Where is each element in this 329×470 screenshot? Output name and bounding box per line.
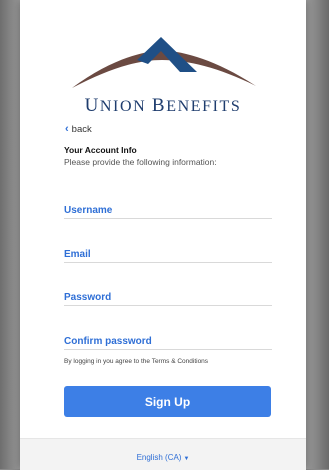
background-right: [305, 0, 329, 469]
back-link[interactable]: ‹ back: [65, 123, 92, 135]
username-label: Username: [64, 205, 113, 216]
username-field[interactable]: Username: [64, 200, 272, 219]
language-selector[interactable]: English (CA) ▼: [20, 453, 306, 462]
sign-up-button[interactable]: Sign Up: [64, 386, 271, 417]
email-label: Email: [64, 249, 91, 260]
password-label: Password: [64, 292, 112, 303]
background-left: [0, 0, 20, 469]
email-field[interactable]: Email: [64, 244, 272, 263]
logo-brown-swoosh: [72, 50, 256, 88]
signup-card: UNION BENEFITS ‹ back Your Account Info P…: [20, 0, 306, 470]
confirm-password-label: Confirm password: [64, 336, 152, 347]
password-field[interactable]: Password: [64, 287, 272, 306]
form-heading: Your Account Info: [64, 145, 137, 155]
terms-notice: By logging in you agree to the Terms & C…: [64, 358, 209, 365]
brand-wordmark: UNION BENEFITS: [84, 95, 242, 116]
form-subheading: Please provide the following information…: [64, 157, 217, 167]
confirm-password-field[interactable]: Confirm password: [64, 331, 272, 350]
caret-down-icon: ▼: [183, 456, 190, 462]
language-label: English (CA): [136, 453, 182, 462]
back-link-label: back: [71, 124, 92, 135]
chevron-left-icon: ‹: [65, 123, 69, 135]
